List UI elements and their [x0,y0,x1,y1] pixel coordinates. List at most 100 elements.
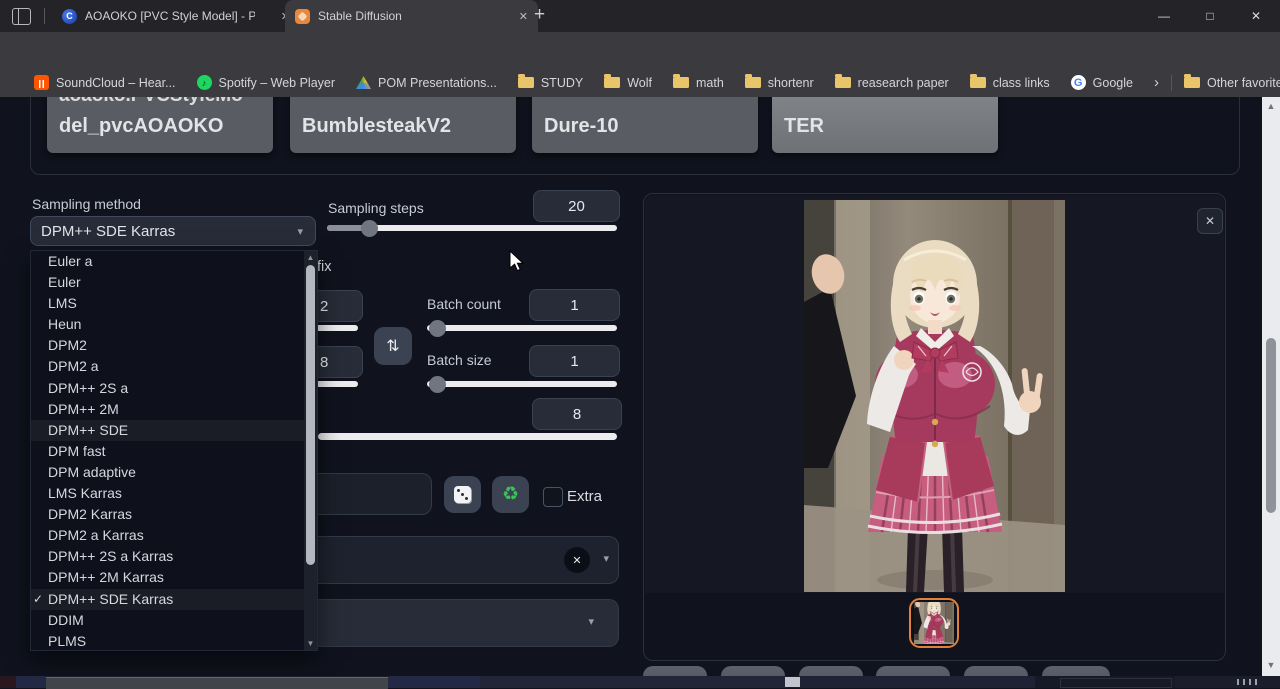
folder-icon [970,77,986,88]
option-label: DPM++ 2M [48,401,119,417]
action-button-3[interactable] [799,666,863,676]
scrollbar-thumb[interactable] [306,265,315,565]
bookmark-google[interactable]: GGoogle [1071,75,1133,90]
slider-handle[interactable] [361,220,378,237]
width-input-fragment[interactable]: 2 [318,290,363,322]
extra-seed-checkbox[interactable] [543,487,563,507]
scrollbar-thumb[interactable] [1266,338,1276,513]
model-card-bumblesteakv2[interactable]: BumblesteakV2 [290,97,516,153]
scroll-down-icon[interactable]: ▼ [304,639,317,648]
bookmark-pom-presentations-[interactable]: POM Presentations... [356,76,497,90]
sampler-option-dpm2[interactable]: DPM2 [31,335,317,356]
sampling-steps-slider[interactable] [327,225,617,231]
height-slider-fragment[interactable] [318,381,358,387]
action-button-6[interactable] [1042,666,1110,676]
seed-input-fragment[interactable] [318,473,432,515]
card-title-fragment: aoaoko.PVCStyleMo [59,97,243,107]
batch-count-slider[interactable] [427,325,617,331]
action-button-5[interactable] [964,666,1028,676]
bookmark-label: reasearch paper [858,76,949,90]
sampling-steps-input[interactable]: 20 [533,190,620,222]
slider-handle[interactable] [429,320,446,337]
scroll-down-icon[interactable]: ▼ [1262,660,1280,670]
model-card-ter[interactable]: TER [772,97,998,153]
sampler-option-heun[interactable]: Heun [31,314,317,335]
tab-civitai[interactable]: C AOAOKO [PVC Style Model] - PV ✕ [52,0,300,32]
batch-size-slider[interactable] [427,381,617,387]
sampler-option-dpm-sde[interactable]: DPM++ SDE [31,420,317,441]
close-image-button[interactable]: ✕ [1197,208,1223,234]
tab-title: AOAOKO [PVC Style Model] - PV [85,9,255,23]
sampler-option-dpm-2m-karras[interactable]: DPM++ 2M Karras [31,567,317,588]
tab-stable-diffusion[interactable]: Stable Diffusion ✕ [285,0,538,32]
cfg-scale-input[interactable]: 8 [532,398,622,430]
option-label: DPM2 a [48,358,99,374]
sampler-option-dpm2-karras[interactable]: DPM2 Karras [31,504,317,525]
bookmark-class-links[interactable]: class links [970,76,1050,90]
sampler-option-dpm-2m[interactable]: DPM++ 2M [31,399,317,420]
action-button-1[interactable] [643,666,707,676]
bookmark-reasearch-paper[interactable]: reasearch paper [835,76,949,90]
script-dropdown[interactable]: ▾ [318,599,619,647]
other-favorites-button[interactable]: Other favorites [1184,76,1280,90]
folder-icon [745,77,761,88]
workspaces-icon[interactable] [12,8,31,25]
sampler-option-dpm-sde-karras[interactable]: ✓DPM++ SDE Karras [31,589,317,610]
folder-icon [518,77,534,88]
cfg-scale-slider[interactable] [318,433,617,440]
page-scrollbar[interactable]: ▲ ▼ [1262,97,1280,676]
option-label: Euler [48,274,81,290]
styles-dropdown[interactable]: ✕ ▾ [318,536,619,584]
slider-handle[interactable] [429,376,446,393]
bookmark-soundcloud-hear-[interactable]: SoundCloud – Hear... [34,75,176,90]
model-card-dure-10[interactable]: Dure-10 [532,97,758,153]
chevron-down-icon: ▾ [297,225,303,238]
generated-image[interactable] [804,200,1065,592]
window-maximize-button[interactable]: □ [1199,9,1221,23]
taskbar-segment [46,677,388,689]
width-slider-fragment[interactable] [318,325,358,331]
google-icon: G [1071,75,1086,90]
window-close-button[interactable]: ✕ [1245,9,1267,23]
dropdown-scrollbar[interactable]: ▲ ▼ [304,251,317,650]
random-seed-dice-button[interactable] [444,476,481,513]
scroll-up-icon[interactable]: ▲ [304,253,317,262]
option-label: DDIM [48,612,84,628]
bookmark-study[interactable]: STUDY [518,76,583,90]
sampler-option-dpm-fast[interactable]: DPM fast [31,441,317,462]
sampler-option-lms-karras[interactable]: LMS Karras [31,483,317,504]
bookmark-wolf[interactable]: Wolf [604,76,652,90]
sampler-option-dpm-adaptive[interactable]: DPM adaptive [31,462,317,483]
swap-dimensions-button[interactable]: ⇅ [374,327,412,365]
sampler-option-dpm2-a-karras[interactable]: DPM2 a Karras [31,525,317,546]
model-card-del_pvcaoaoko[interactable]: aoaoko.PVCStyleModel_pvcAOAOKO [47,97,273,153]
sampler-option-ddim[interactable]: DDIM [31,610,317,631]
tab-strip: C AOAOKO [PVC Style Model] - PV ✕ Stable… [0,0,1280,32]
bookmark-spotify-web-player[interactable]: ♪Spotify – Web Player [197,75,336,90]
tab-close-icon[interactable]: ✕ [519,10,528,23]
bookmark-label: math [696,76,724,90]
sampling-method-select[interactable]: DPM++ SDE Karras ▾ [30,216,316,246]
batch-count-input[interactable]: 1 [529,289,620,321]
new-tab-button[interactable]: + [534,4,545,26]
clear-selection-icon[interactable]: ✕ [564,547,590,573]
action-button-4[interactable] [876,666,950,676]
reuse-seed-recycle-button[interactable]: ♻ [492,476,529,513]
civitai-favicon: C [62,9,77,24]
sampler-option-dpm-2s-a-karras[interactable]: DPM++ 2S a Karras [31,546,317,567]
height-input-fragment[interactable]: 8 [318,346,363,378]
sampler-option-euler[interactable]: Euler [31,272,317,293]
sampler-option-dpm-2s-a[interactable]: DPM++ 2S a [31,378,317,399]
sampler-option-euler-a[interactable]: Euler a [31,251,317,272]
batch-size-input[interactable]: 1 [529,345,620,377]
sampler-option-dpm2-a[interactable]: DPM2 a [31,356,317,377]
action-button-2[interactable] [721,666,785,676]
window-minimize-button[interactable]: — [1153,9,1175,23]
scroll-up-icon[interactable]: ▲ [1262,101,1280,111]
sampler-option-lms[interactable]: LMS [31,293,317,314]
bookmarks-overflow-chevron[interactable]: › [1154,74,1159,91]
bookmark-shortenr[interactable]: shortenr [745,76,814,90]
gallery-thumbnail-selected[interactable] [909,598,959,648]
bookmark-math[interactable]: math [673,76,724,90]
sampler-option-plms[interactable]: PLMS [31,631,317,652]
